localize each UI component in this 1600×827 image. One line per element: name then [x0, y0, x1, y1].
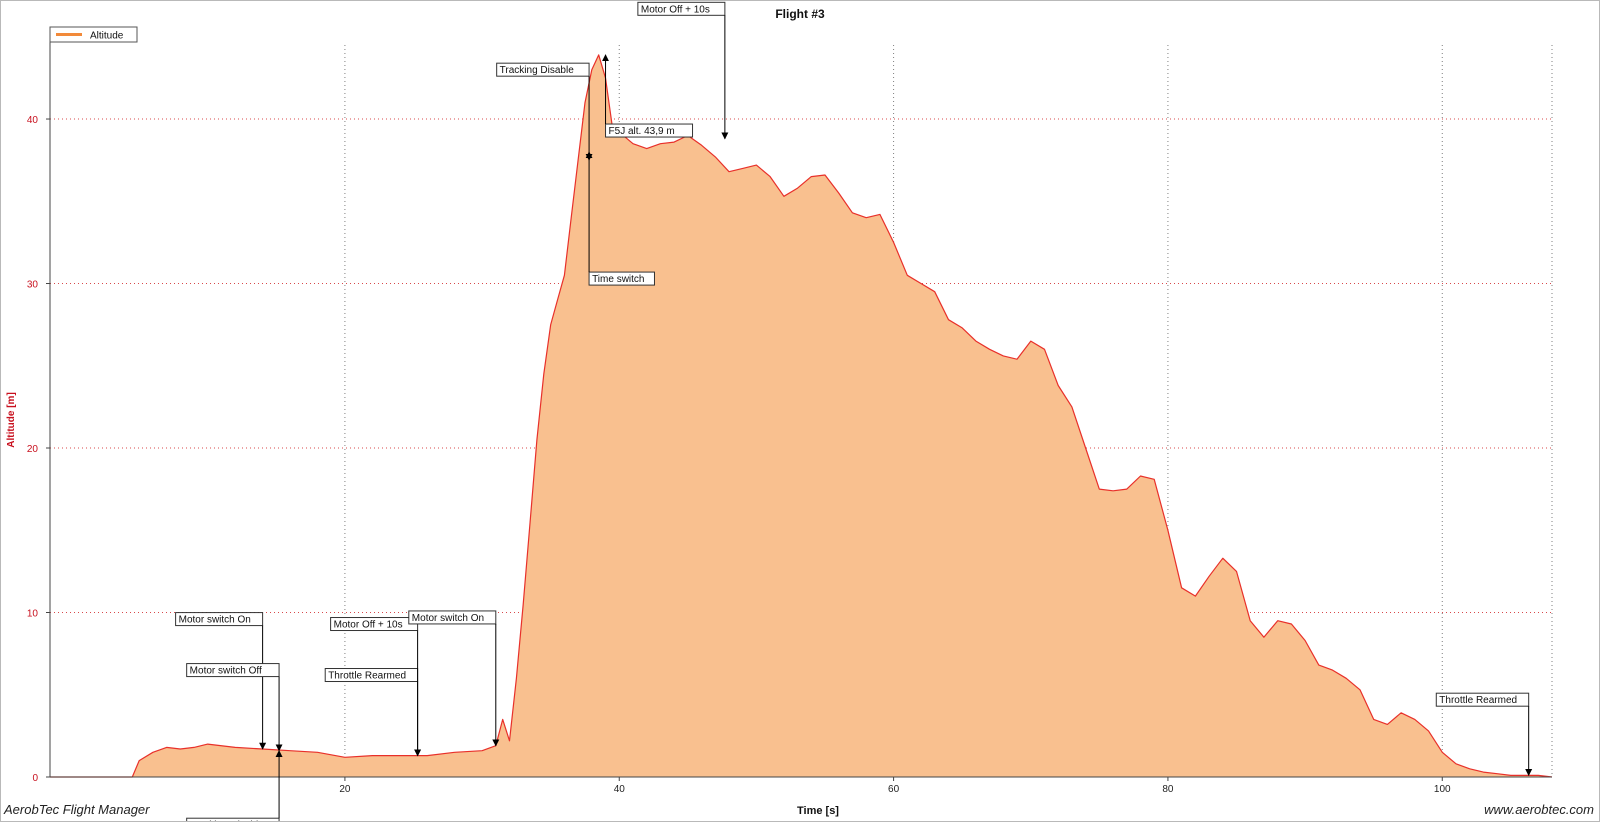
annotation-motor-switch-on: Motor switch On: [408, 610, 500, 747]
annotation-label: Motor Off + 10s: [334, 620, 403, 631]
annotation-label: Motor Off + 10s: [641, 4, 710, 15]
annotation-label: F5J alt. 43,9 m: [609, 126, 675, 137]
legend-entry-altitude: Altitude: [90, 31, 124, 42]
annotation-label: Throttle Rearmed: [328, 671, 406, 682]
app-name: AerobTec Flight Manager: [4, 802, 150, 817]
x-axis-label: Time [s]: [797, 805, 839, 817]
annotation-tracking-disable: Tracking Disable: [496, 62, 593, 161]
y-tick-label: 0: [32, 773, 38, 784]
annotation-label: Tracking Disable: [500, 65, 575, 76]
annotation-label: Motor switch On: [412, 613, 484, 624]
x-tick-label: 100: [1434, 784, 1451, 795]
y-tick-label: 30: [27, 280, 39, 291]
annotation-motor-switch-on: Motor switch On: [175, 612, 267, 750]
annotation-motor-off-10s: Motor Off + 10s: [637, 1, 729, 140]
x-tick-label: 80: [1162, 784, 1174, 795]
website-link[interactable]: www.aerobtec.com: [1484, 802, 1594, 817]
x-tick-label: 20: [339, 784, 351, 795]
annotation-motor-off-10s: Motor Off + 10s: [330, 617, 422, 757]
annotation-label: Motor switch Off: [190, 666, 262, 677]
x-tick-label: 40: [614, 784, 626, 795]
x-tick-label: 60: [888, 784, 900, 795]
chart-title: Flight #3: [775, 7, 825, 21]
legend: Altitude: [49, 26, 138, 43]
y-tick-label: 10: [27, 609, 39, 620]
y-tick-label: 40: [27, 115, 39, 126]
annotation-label: Time switch: [592, 274, 644, 285]
y-axis-label: Altitude [m]: [6, 392, 17, 448]
annotation-f5j-alt-43-9-m: F5J alt. 43,9 m: [602, 54, 694, 138]
altitude-chart-svg: Flight #3 Time [s] Altitude [m] 20 40 60 80…: [6, 1, 1553, 827]
flight-chart: Flight #3 Time [s] Altitude [m] 20 40 60 80…: [0, 0, 1600, 827]
annotation-label: Motor switch On: [179, 615, 251, 626]
annotation-label: Throttle Rearmed: [1439, 695, 1517, 706]
annotation-motor-switch-off: Motor switch Off: [186, 663, 283, 752]
y-tick-label: 20: [27, 444, 39, 455]
annotation-throttle-rearmed: Throttle Rearmed: [324, 668, 422, 757]
